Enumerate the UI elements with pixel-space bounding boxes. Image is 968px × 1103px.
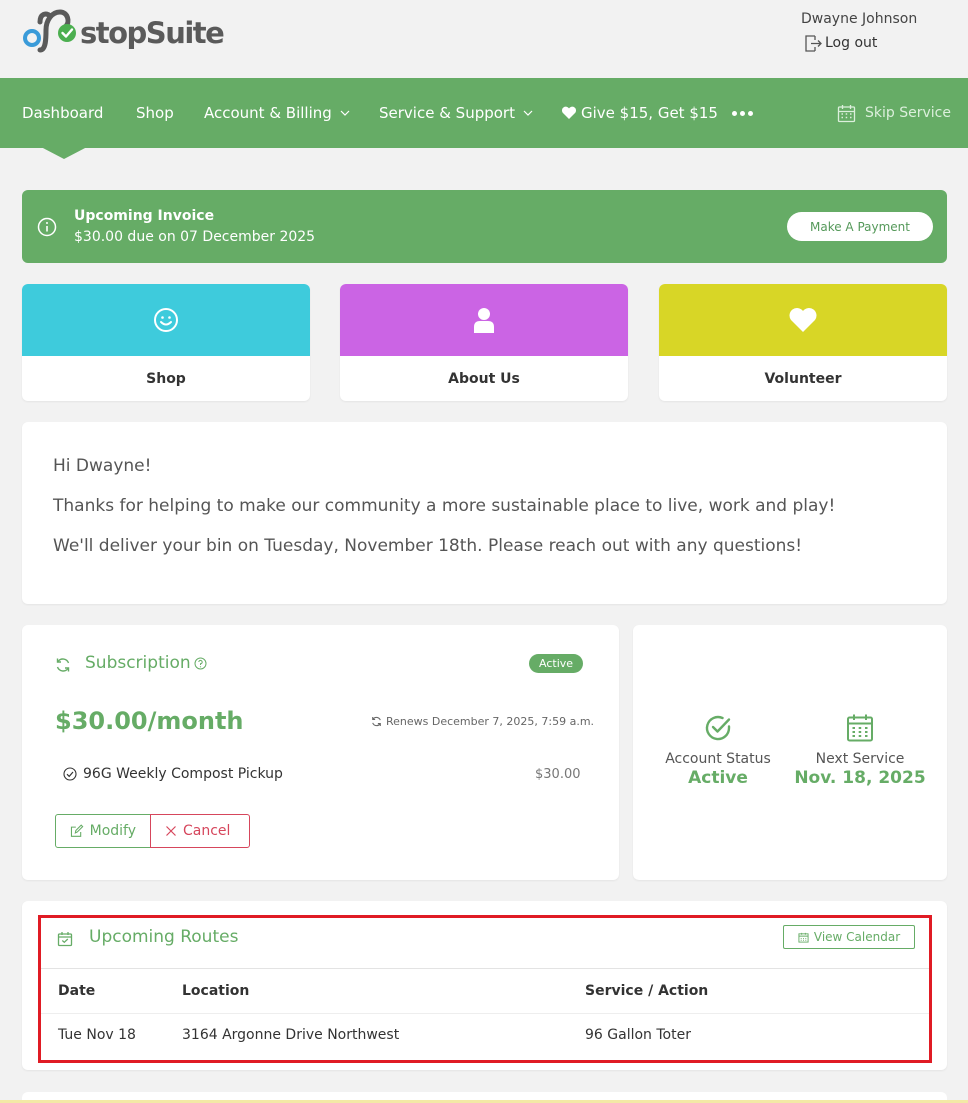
smile-icon bbox=[154, 308, 178, 332]
invoice-subtitle: $30.00 due on 07 December 2025 bbox=[74, 229, 316, 245]
nav-dashboard[interactable]: Dashboard bbox=[22, 78, 103, 148]
help-icon[interactable] bbox=[194, 657, 207, 670]
check-circle-icon bbox=[63, 767, 77, 781]
nav-active-pointer bbox=[41, 147, 87, 159]
welcome-card: Hi Dwayne! Thanks for helping to make ou… bbox=[22, 422, 947, 604]
status-card: Account Status Active Next Service Nov. … bbox=[633, 625, 947, 880]
main-nav: Dashboard Shop Account & Billing Service… bbox=[0, 78, 968, 148]
account-status-value: Active bbox=[688, 768, 748, 788]
tile-volunteer-label: Volunteer bbox=[764, 370, 842, 387]
user-icon bbox=[474, 308, 494, 333]
nav-give-get-label: Give $15, Get $15 bbox=[581, 104, 718, 122]
cancel-button[interactable]: Cancel bbox=[150, 814, 250, 848]
nav-give-get[interactable]: Give $15, Get $15 bbox=[561, 78, 718, 148]
chevron-down-icon bbox=[523, 110, 533, 116]
routes-highlight-outline bbox=[38, 915, 932, 1063]
subscription-card: Subscription Active $30.00/month Renews … bbox=[22, 625, 619, 880]
modify-label: Modify bbox=[89, 823, 136, 839]
nav-account-billing-label: Account & Billing bbox=[204, 104, 332, 122]
invoice-title: Upcoming Invoice bbox=[74, 208, 215, 224]
welcome-message: Thanks for helping to make our community… bbox=[53, 496, 836, 516]
heart-icon bbox=[561, 106, 577, 119]
next-service: Next Service Nov. 18, 2025 bbox=[785, 713, 935, 788]
skip-service-label: Skip Service bbox=[865, 105, 951, 121]
account-status: Account Status Active bbox=[643, 713, 793, 788]
refresh-icon bbox=[56, 658, 70, 672]
tile-about-us[interactable]: About Us bbox=[340, 284, 628, 401]
refresh-icon bbox=[372, 716, 381, 727]
info-icon bbox=[37, 217, 57, 237]
skip-service-link[interactable]: Skip Service bbox=[837, 78, 951, 148]
header: stopSuite Dwayne Johnson Log out bbox=[0, 0, 968, 78]
tile-volunteer[interactable]: Volunteer bbox=[659, 284, 947, 401]
tile-about-us-label: About Us bbox=[448, 370, 520, 387]
welcome-delivery-note: We'll deliver your bin on Tuesday, Novem… bbox=[53, 536, 803, 556]
renews-text: Renews December 7, 2025, 7:59 a.m. bbox=[386, 715, 595, 728]
make-payment-button[interactable]: Make A Payment bbox=[787, 212, 933, 241]
logout-link[interactable]: Log out bbox=[803, 33, 877, 53]
tile-about-us-banner bbox=[340, 284, 628, 356]
nav-shop[interactable]: Shop bbox=[136, 78, 174, 148]
edit-icon bbox=[70, 824, 84, 837]
check-circle-icon bbox=[705, 715, 731, 741]
line-item-name: 96G Weekly Compost Pickup bbox=[83, 766, 283, 782]
welcome-greeting: Hi Dwayne! bbox=[53, 456, 152, 476]
subscription-line-item: 96G Weekly Compost Pickup bbox=[63, 766, 283, 782]
nav-service-support[interactable]: Service & Support bbox=[379, 78, 533, 148]
logout-icon bbox=[805, 35, 822, 52]
status-badge: Active bbox=[529, 654, 584, 673]
cancel-label: Cancel bbox=[183, 823, 231, 839]
subscription-price: $30.00/month bbox=[55, 707, 244, 735]
logo-text: stopSuite bbox=[80, 16, 225, 50]
next-service-value: Nov. 18, 2025 bbox=[794, 768, 926, 788]
modify-button[interactable]: Modify bbox=[55, 814, 151, 848]
more-menu-icon[interactable] bbox=[732, 78, 753, 148]
next-service-label: Next Service bbox=[815, 751, 905, 767]
logo-icon bbox=[23, 9, 76, 53]
user-name: Dwayne Johnson bbox=[801, 11, 918, 27]
nav-account-billing[interactable]: Account & Billing bbox=[204, 78, 350, 148]
nav-shop-label: Shop bbox=[136, 104, 174, 122]
line-item-price: $30.00 bbox=[535, 767, 581, 782]
close-icon bbox=[166, 826, 176, 836]
calendar-icon bbox=[847, 714, 873, 742]
heart-icon bbox=[789, 308, 817, 332]
logout-label: Log out bbox=[825, 35, 878, 51]
invoice-banner: Upcoming Invoice $30.00 due on 07 Decemb… bbox=[22, 190, 947, 263]
chevron-down-icon bbox=[340, 110, 350, 116]
subscription-title-text: Subscription bbox=[85, 653, 191, 673]
tile-volunteer-banner bbox=[659, 284, 947, 356]
subscription-actions: Modify Cancel bbox=[55, 814, 250, 848]
nav-dashboard-label: Dashboard bbox=[22, 104, 104, 122]
account-status-label: Account Status bbox=[665, 751, 771, 767]
tile-shop-banner bbox=[22, 284, 310, 356]
calendar-icon bbox=[837, 104, 856, 122]
subscription-title: Subscription bbox=[85, 653, 207, 673]
logo[interactable]: stopSuite bbox=[22, 8, 225, 58]
nav-service-support-label: Service & Support bbox=[379, 104, 515, 122]
renews-info: Renews December 7, 2025, 7:59 a.m. bbox=[371, 715, 594, 728]
tile-shop[interactable]: Shop bbox=[22, 284, 310, 401]
tile-shop-label: Shop bbox=[146, 370, 186, 387]
